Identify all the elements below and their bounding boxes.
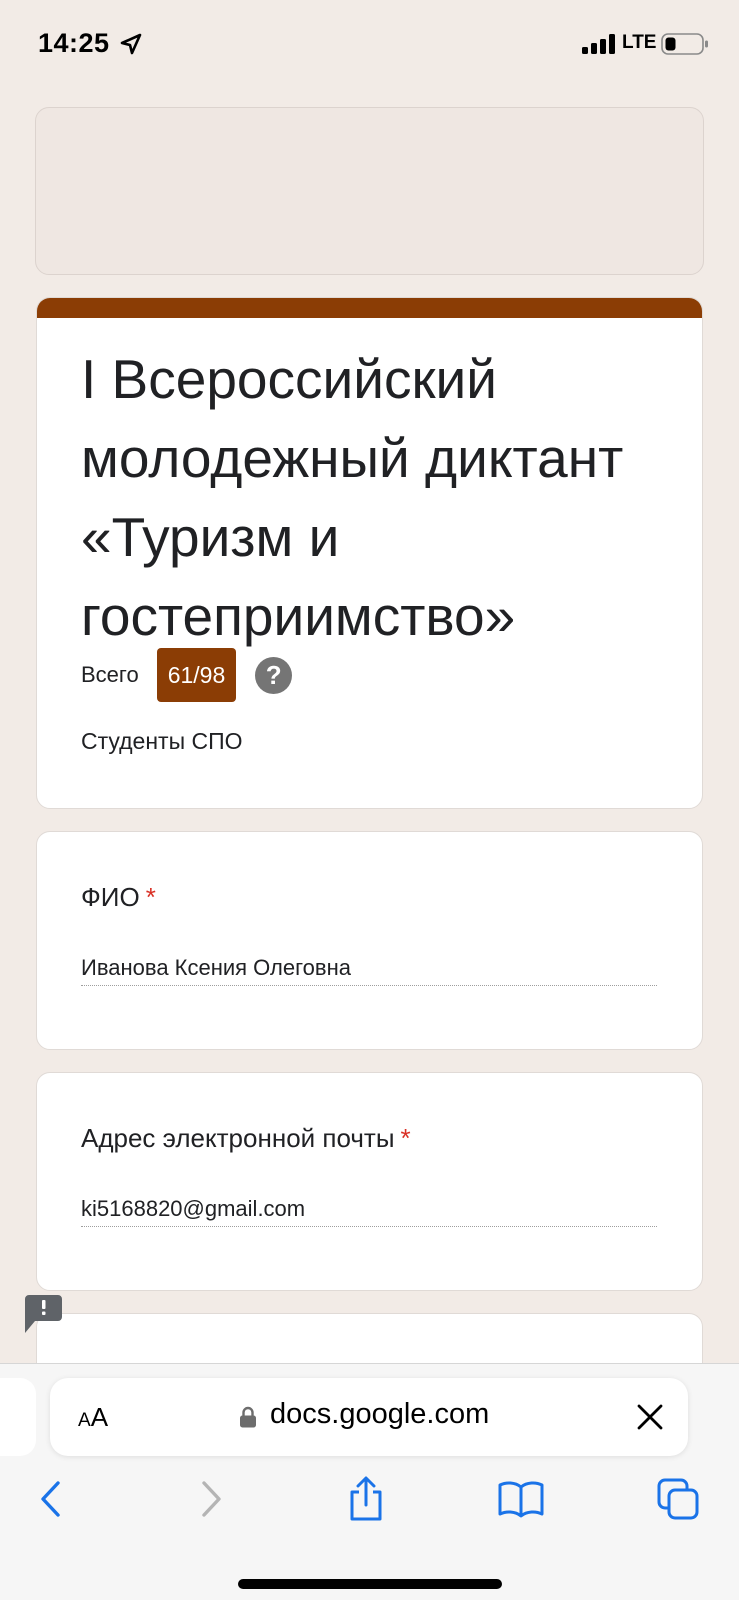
report-abuse-icon[interactable]: [25, 1295, 62, 1333]
required-asterisk: *: [145, 882, 156, 912]
back-button[interactable]: [21, 1469, 81, 1529]
location-arrow-icon: [120, 33, 142, 55]
page: 14:25 LTE I Всероссийский молодежный дик…: [0, 0, 739, 1600]
address-bar[interactable]: AA docs.google.com: [50, 1378, 688, 1456]
question-label: Адрес электронной почты *: [81, 1123, 411, 1154]
status-bar: 14:25 LTE: [0, 0, 739, 90]
tabs-icon: [657, 1478, 699, 1520]
forward-icon: [202, 1481, 221, 1517]
battery-icon: [661, 33, 708, 55]
back-icon: [41, 1481, 60, 1517]
title-accent-bar: [37, 298, 702, 318]
browser-toolbar: AA docs.google.com: [0, 1363, 739, 1600]
page-settings-button[interactable]: AA: [78, 1402, 108, 1433]
score-badge: 61/98: [156, 648, 237, 702]
forward-button[interactable]: [181, 1469, 241, 1529]
share-button[interactable]: [336, 1469, 396, 1529]
fio-input[interactable]: [81, 950, 657, 986]
question-card-email: Адрес электронной почты *: [36, 1072, 703, 1291]
form-header-image: [35, 107, 704, 275]
network-type: LTE: [622, 32, 657, 53]
large-a-glyph: A: [90, 1402, 109, 1432]
browser-nav-row: [0, 1469, 739, 1529]
bookmarks-button[interactable]: [491, 1469, 551, 1529]
required-asterisk: *: [400, 1123, 411, 1153]
form-title: I Всероссийский молодежный диктант «Тури…: [81, 348, 624, 647]
small-a-glyph: A: [78, 1410, 91, 1431]
tabs-button[interactable]: [648, 1469, 708, 1529]
score-label: Всего: [81, 662, 139, 687]
status-time: 14:25: [38, 28, 110, 58]
question-label-text: Адрес электронной почты: [81, 1123, 395, 1153]
bookmarks-icon: [498, 1481, 544, 1518]
home-indicator: [238, 1579, 502, 1589]
share-icon: [350, 1476, 382, 1521]
lock-icon: [240, 1406, 256, 1428]
question-label-text: ФИО: [81, 882, 140, 912]
score-row: Всего 61/98 ?: [81, 648, 293, 702]
question-card-fio: ФИО *: [36, 831, 703, 1050]
previous-tab-preview[interactable]: [0, 1378, 36, 1456]
close-icon[interactable]: [636, 1403, 664, 1431]
cellular-signal-icon: [582, 34, 615, 54]
help-icon[interactable]: ?: [255, 656, 293, 694]
email-input[interactable]: [81, 1191, 657, 1227]
form-title-card: I Всероссийский молодежный диктант «Тури…: [36, 297, 703, 809]
form-description: Студенты СПО: [81, 728, 243, 754]
url-text: docs.google.com: [270, 1398, 490, 1430]
question-label: ФИО *: [81, 882, 156, 913]
